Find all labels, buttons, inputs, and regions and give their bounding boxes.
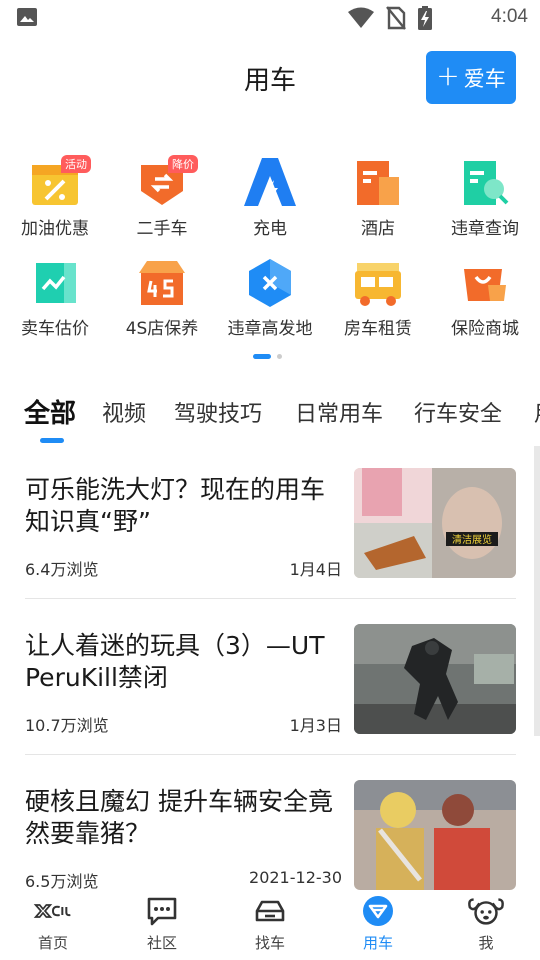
- page-dot-active: [253, 354, 271, 359]
- used-car-icon: 降价: [132, 152, 198, 212]
- service-sell-car-estimate[interactable]: 卖车估价: [0, 252, 110, 339]
- category-tabs: 全部 视频 驾驶技巧 日常用车 行车安全 用: [0, 390, 540, 450]
- service-label: 房车租赁: [344, 319, 412, 339]
- violation-hotspot-icon: [240, 252, 300, 312]
- service-label: 保险商城: [451, 319, 519, 339]
- rv-rental-icon: [348, 252, 408, 312]
- nav-label: 首页: [37, 934, 68, 952]
- add-car-button[interactable]: + 爱车: [426, 51, 516, 104]
- nav-label: 社区: [146, 934, 177, 952]
- service-row: 卖车估价 4S店保养 违章高发地 房车租赁 保险商城: [0, 252, 540, 352]
- system-icons: [348, 6, 432, 30]
- tab-indicator: [40, 438, 64, 443]
- community-icon: [142, 894, 182, 928]
- service-label: 卖车估价: [21, 319, 89, 339]
- service-label: 酒店: [361, 219, 395, 239]
- 4s-maintenance-icon: [132, 252, 192, 312]
- nav-home[interactable]: 首页: [13, 894, 93, 953]
- service-charging[interactable]: 充电: [215, 152, 325, 239]
- service-label: 加油优惠: [21, 219, 89, 239]
- divider: [25, 598, 516, 599]
- article-thumbnail: [354, 624, 516, 734]
- service-tag: 活动: [61, 155, 91, 173]
- clock: 4:04: [491, 6, 528, 27]
- tab-all[interactable]: 全部: [24, 393, 76, 430]
- service-insurance-mall[interactable]: 保险商城: [430, 252, 540, 339]
- nav-label: 我: [478, 934, 494, 952]
- bottom-navigation: 首页 社区 找车 用车 我: [0, 890, 540, 960]
- tab-daily-use[interactable]: 日常用车: [295, 396, 383, 428]
- article-card[interactable]: 让人着迷的玩具（3）—UT PeruKill禁闭 10.7万浏览 1月3日: [25, 624, 516, 736]
- insurance-mall-icon: [455, 252, 515, 312]
- service-label: 4S店保养: [125, 319, 199, 339]
- fuel-coupon-icon: 活动: [25, 152, 91, 212]
- battery-charging-icon: [418, 6, 432, 30]
- article-card[interactable]: 硬核且魔幻 提升车辆安全竟然要靠猪？ 6.5万浏览 2021-12-30: [25, 780, 516, 892]
- violation-query-icon: [455, 152, 515, 212]
- add-car-label: 爱车: [463, 66, 506, 91]
- nav-label: 找车: [254, 934, 285, 952]
- service-4s-maintenance[interactable]: 4S店保养: [107, 252, 217, 339]
- no-sim-icon: [386, 6, 406, 30]
- article-title: 硬核且魔幻 提升车辆安全竟然要靠猪？: [25, 787, 333, 848]
- service-grid: 活动 加油优惠 降价 二手车 充电 酒店 违章查询 卖车估价 4S店保养 违章高…: [0, 152, 540, 352]
- article-thumbnail: 清洁展览: [354, 468, 516, 578]
- service-label: 违章查询: [451, 219, 519, 239]
- article-title: 可乐能洗大灯？现在的用车知识真“野”: [25, 475, 326, 536]
- divider: [25, 754, 516, 755]
- profile-icon: [466, 894, 506, 928]
- article-card[interactable]: 可乐能洗大灯？现在的用车知识真“野” 6.4万浏览 1月4日 清洁展览: [25, 468, 516, 580]
- page-indicator: [253, 354, 282, 359]
- nav-profile[interactable]: 我: [446, 894, 526, 953]
- tab-driving-tips[interactable]: 驾驶技巧: [174, 396, 262, 428]
- article-views: 10.7万浏览: [25, 716, 109, 735]
- article-date: 1月4日: [289, 560, 342, 579]
- service-rv-rental[interactable]: 房车租赁: [323, 252, 433, 339]
- tab-driving-safety[interactable]: 行车安全: [414, 396, 502, 428]
- service-used-car[interactable]: 降价 二手车: [107, 152, 217, 239]
- plus-icon: +: [436, 59, 460, 92]
- nav-find-car[interactable]: 找车: [230, 894, 310, 953]
- use-car-icon: [358, 894, 398, 928]
- sell-car-estimate-icon: [25, 252, 85, 312]
- picture-icon: [17, 8, 37, 26]
- service-fuel-coupon[interactable]: 活动 加油优惠: [0, 152, 110, 239]
- service-violation-hotspot[interactable]: 违章高发地: [215, 252, 325, 339]
- scrollbar[interactable]: [534, 446, 540, 736]
- article-thumbnail: [354, 780, 516, 890]
- article-title: 让人着迷的玩具（3）—UT PeruKill禁闭: [25, 631, 325, 692]
- service-violation-query[interactable]: 违章查询: [430, 152, 540, 239]
- service-label: 充电: [253, 219, 287, 239]
- service-tag: 降价: [168, 155, 198, 173]
- wifi-icon: [348, 7, 374, 28]
- service-row: 活动 加油优惠 降价 二手车 充电 酒店 违章查询: [0, 152, 540, 252]
- article-date: 1月3日: [289, 716, 342, 735]
- service-label: 违章高发地: [227, 319, 313, 339]
- service-hotel[interactable]: 酒店: [323, 152, 433, 239]
- status-bar: 4:04: [0, 0, 540, 36]
- nav-community[interactable]: 社区: [122, 894, 202, 953]
- article-views: 6.5万浏览: [25, 872, 99, 891]
- header: 用车 + 爱车: [0, 44, 540, 112]
- nav-use-car[interactable]: 用车: [338, 894, 418, 953]
- hotel-icon: [348, 152, 408, 212]
- tab-more[interactable]: 用: [534, 396, 540, 428]
- home-logo-icon: [33, 894, 73, 928]
- tab-video[interactable]: 视频: [102, 396, 146, 428]
- service-label: 二手车: [136, 219, 188, 239]
- article-views: 6.4万浏览: [25, 560, 99, 579]
- find-car-icon: [250, 894, 290, 928]
- charging-icon: [240, 152, 300, 212]
- article-date: 2021-12-30: [249, 868, 342, 887]
- thumbnail-caption: 清洁展览: [452, 533, 492, 546]
- nav-label: 用车: [362, 934, 393, 952]
- page-dot: [277, 354, 282, 359]
